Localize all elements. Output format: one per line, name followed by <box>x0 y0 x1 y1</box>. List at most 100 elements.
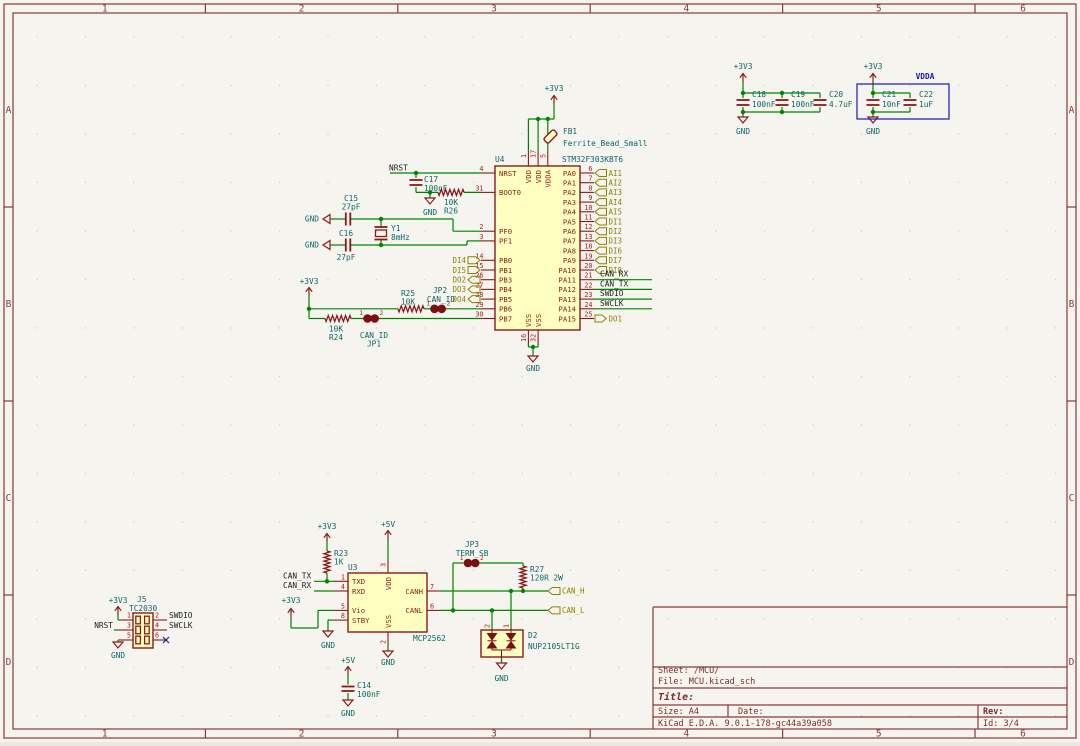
net-label-CAN_TX: CAN_TX <box>600 279 628 288</box>
ferrite-bead-fb1[interactable]: FB1 Ferrite_Bead_Small <box>543 127 647 148</box>
u4-pin-name-PB6: PB6 <box>499 305 512 314</box>
power-label[interactable]: GND <box>494 674 508 683</box>
hier-label-shape-DI7[interactable] <box>595 257 607 264</box>
u4-pin-name-PA2: PA2 <box>563 188 576 197</box>
u4-pin-number-PA0: 6 <box>588 165 592 173</box>
hier-label-shape-AI4[interactable] <box>595 199 607 206</box>
hier-label-can-h[interactable]: CAN_H <box>548 587 585 596</box>
schematic-shape <box>871 110 875 114</box>
hier-label-shape-AI2[interactable] <box>595 179 607 186</box>
u4-pin-number-PA8: 18 <box>584 243 592 251</box>
power-label[interactable]: +3V3 <box>864 62 883 71</box>
power-label[interactable]: +3V3 <box>318 522 337 531</box>
u4-pin-number-PA5: 11 <box>584 214 592 222</box>
resistor-r23[interactable] <box>324 551 330 573</box>
capacitor-c15[interactable]: C15 27pF <box>342 194 361 226</box>
net-label-nrst[interactable]: NRST <box>389 164 408 173</box>
power-label[interactable]: GND <box>866 127 880 136</box>
gnd-symbol[interactable] <box>738 117 748 123</box>
p3v3-symbol[interactable] <box>324 534 330 543</box>
power-label[interactable]: GND <box>736 127 750 136</box>
power-label[interactable]: +5V <box>341 656 355 665</box>
p5v-symbol[interactable] <box>345 667 351 676</box>
u3-pin-number-vss: 2 <box>380 640 388 644</box>
p5v-symbol[interactable] <box>385 531 391 540</box>
resistor-r27[interactable] <box>520 566 526 588</box>
schematic-shape <box>451 608 455 612</box>
gnd-symbol[interactable] <box>323 241 330 250</box>
crystal-y1[interactable]: Y1 8mHz <box>375 224 410 242</box>
net-label-nrst[interactable]: NRST <box>94 621 113 630</box>
power-label[interactable]: GND <box>305 241 319 250</box>
u3-pin-number-TXD: 1 <box>341 573 345 581</box>
gnd-symbol[interactable] <box>383 651 393 657</box>
u4-pin-name-PA5: PA5 <box>563 217 576 226</box>
power-label[interactable]: +3V3 <box>300 277 319 286</box>
gnd-symbol[interactable] <box>323 631 333 637</box>
hier-label-shape-DO1[interactable] <box>595 315 606 322</box>
p3v3-symbol[interactable] <box>306 288 312 297</box>
power-label[interactable]: GND <box>526 364 540 373</box>
hier-label-shape-DI1[interactable] <box>595 218 607 225</box>
net-label-swdio[interactable]: SWDIO <box>169 611 193 620</box>
power-label[interactable]: +3V3 <box>734 62 753 71</box>
net-label-can-rx[interactable]: CAN_RX <box>283 581 311 590</box>
resistor-r24[interactable] <box>325 316 351 322</box>
net-label-swclk[interactable]: SWCLK <box>169 621 193 630</box>
hier-label-AI5: AI5 <box>609 208 623 217</box>
hier-label-shape-DI2[interactable] <box>595 228 607 235</box>
kicad-schematic-sheet: 112233445566AABBCCDD <box>0 0 1080 742</box>
component-value: 27pF <box>342 203 361 212</box>
schematic-canvas[interactable]: 112233445566AABBCCDD <box>0 0 1080 742</box>
jumper-jp1[interactable]: 1 2 CAN_ID JP1 <box>359 310 388 349</box>
gnd-symbol[interactable] <box>323 215 330 224</box>
power-label[interactable]: +3V3 <box>109 596 128 605</box>
power-label[interactable]: GND <box>381 658 395 667</box>
p3v3-symbol[interactable] <box>870 74 876 83</box>
component-value: 8mHz <box>391 233 410 242</box>
p3v3-symbol[interactable] <box>288 609 294 618</box>
component-value: STM32F303KBT6 <box>562 155 623 164</box>
u3-pin-number-CANH: 7 <box>430 583 434 591</box>
gnd-symbol[interactable] <box>868 117 878 123</box>
power-label[interactable]: GND <box>305 215 319 224</box>
gnd-symbol[interactable] <box>113 642 123 648</box>
power-label[interactable]: +3V3 <box>545 84 564 93</box>
hier-label-DI7: DI7 <box>609 256 623 265</box>
p3v3-symbol[interactable] <box>740 74 746 83</box>
hier-label-shape-AI5[interactable] <box>595 208 607 215</box>
hier-label-can-l[interactable]: CAN_L <box>548 606 585 615</box>
frame-row-label: D <box>1069 657 1075 668</box>
hier-label-shape-DI3[interactable] <box>595 237 607 244</box>
gnd-symbol[interactable] <box>343 700 353 706</box>
hier-label-shape-DI6[interactable] <box>595 247 607 254</box>
power-label[interactable]: GND <box>341 709 355 718</box>
power-label[interactable]: GND <box>111 651 125 660</box>
j5-pin-number-3: 3 <box>127 622 131 630</box>
schematic-shape <box>307 307 311 311</box>
p3v3-symbol[interactable] <box>551 96 557 105</box>
power-label[interactable]: +5V <box>381 520 395 529</box>
p3v3-symbol[interactable] <box>115 607 121 616</box>
gnd-symbol[interactable] <box>425 198 435 204</box>
hier-label-shape-AI3[interactable] <box>595 189 607 196</box>
u4-pin-number-PF1: 3 <box>479 233 483 241</box>
resistor-r25[interactable] <box>398 306 424 312</box>
resistor-r26[interactable] <box>438 189 464 195</box>
hier-label-shape-AI1[interactable] <box>595 170 607 177</box>
net-label-can-tx[interactable]: CAN_TX <box>283 572 311 581</box>
u4-pin-name-PA14: PA14 <box>558 305 576 314</box>
component-value: 100nF <box>752 100 776 109</box>
power-label[interactable]: GND <box>321 641 335 650</box>
net-label-SWDIO: SWDIO <box>600 289 624 298</box>
component-ref: JP3 <box>465 540 479 549</box>
capacitor-c14[interactable]: C14 100nF <box>342 681 381 699</box>
net-label-SWCLK: SWCLK <box>600 299 624 308</box>
tvs-d2[interactable]: 2 1 D2 NUP2105LT1G <box>481 624 580 657</box>
power-label[interactable]: GND <box>423 208 437 217</box>
gnd-symbol[interactable] <box>528 356 538 362</box>
power-label[interactable]: +3V3 <box>282 596 301 605</box>
hier-label-DI2: DI2 <box>609 227 623 236</box>
gnd-symbol[interactable] <box>497 663 507 669</box>
component-value: 100nF <box>357 690 381 699</box>
